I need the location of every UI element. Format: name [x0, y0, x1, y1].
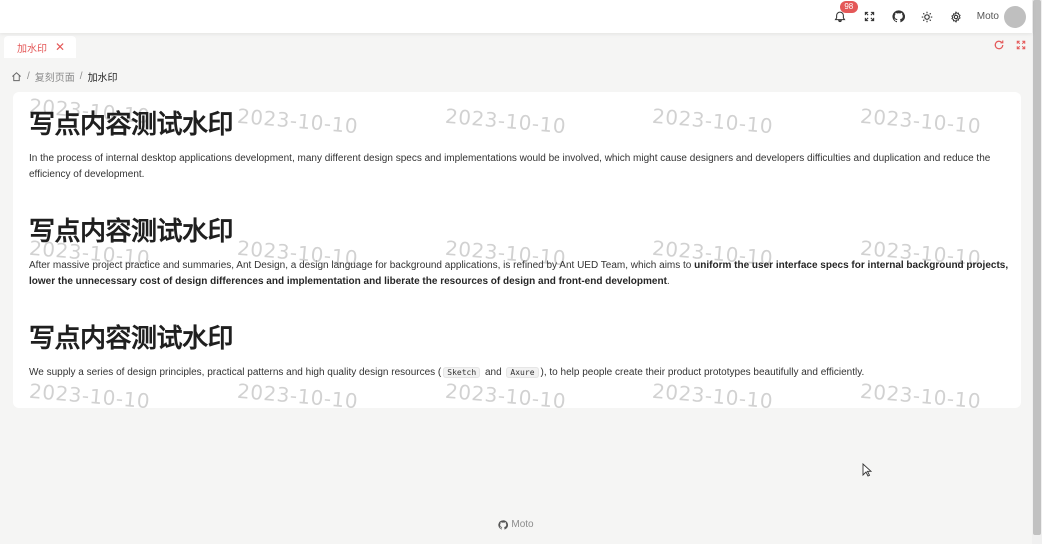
tab-watermark[interactable]: 加水印 ✕ [4, 36, 76, 58]
section-paragraph: In the process of internal desktop appli… [29, 153, 991, 180]
github-icon [892, 10, 905, 23]
gear-icon [951, 10, 961, 23]
footer-link[interactable]: Moto [511, 519, 533, 530]
github-button[interactable] [884, 0, 913, 33]
home-icon[interactable] [11, 71, 22, 82]
watermark-card: 2023-10-10 2023-10-10 2023-10-10 2023-10… [13, 92, 1021, 408]
fullscreen-icon [864, 11, 874, 22]
watermark-text: 2023-10-10 [28, 378, 152, 408]
refresh-button[interactable] [992, 38, 1006, 52]
avatar[interactable] [1004, 5, 1026, 28]
scrollbar-thumb[interactable] [1033, 0, 1041, 535]
content-section: 写点内容测试水印 In the process of internal desk… [29, 108, 1009, 182]
watermark-text: 2023-10-10 [859, 378, 983, 408]
section-heading: 写点内容测试水印 [29, 217, 234, 247]
breadcrumb: / 复刻页面 / 加水印 [11, 69, 118, 84]
close-icon[interactable]: ✕ [55, 41, 65, 53]
tab-label: 加水印 [17, 43, 47, 55]
watermark-text: 2023-10-10 [444, 378, 568, 408]
tab-tools [992, 38, 1028, 52]
breadcrumb-parent[interactable]: 复刻页面 [35, 69, 75, 84]
content-section: 写点内容测试水印 After massive project practice … [29, 215, 1009, 289]
cursor-icon [862, 463, 872, 477]
theme-toggle-button[interactable] [913, 0, 942, 33]
maximize-button[interactable] [1014, 38, 1028, 52]
footer: Moto [0, 519, 1032, 530]
code-sketch: Sketch [443, 367, 481, 378]
watermark-text: 2023-10-10 [236, 378, 360, 408]
code-axure: Axure [506, 367, 539, 378]
section-paragraph: After massive project practice and summa… [29, 260, 1009, 287]
refresh-icon [994, 40, 1004, 50]
section-heading: 写点内容测试水印 [29, 110, 234, 140]
settings-button[interactable] [942, 0, 971, 33]
top-header: 98 Moto [0, 0, 1032, 33]
watermark-text: 2023-10-10 [651, 378, 775, 408]
content-section: 写点内容测试水印 We supply a series of design pr… [29, 322, 1009, 381]
breadcrumb-current: 加水印 [87, 72, 118, 84]
fullscreen-button[interactable] [855, 0, 884, 33]
sun-icon [922, 11, 933, 22]
section-paragraph: We supply a series of design principles,… [29, 367, 865, 378]
tab-bar: 加水印 ✕ [0, 33, 1032, 59]
notification-button[interactable]: 98 [826, 0, 858, 33]
scrollbar[interactable] [1032, 0, 1042, 544]
section-heading: 写点内容测试水印 [29, 324, 234, 354]
header-actions: 98 Moto [826, 0, 1026, 33]
github-icon [498, 519, 509, 529]
expand-icon [1016, 40, 1026, 50]
user-name[interactable]: Moto [977, 11, 999, 22]
